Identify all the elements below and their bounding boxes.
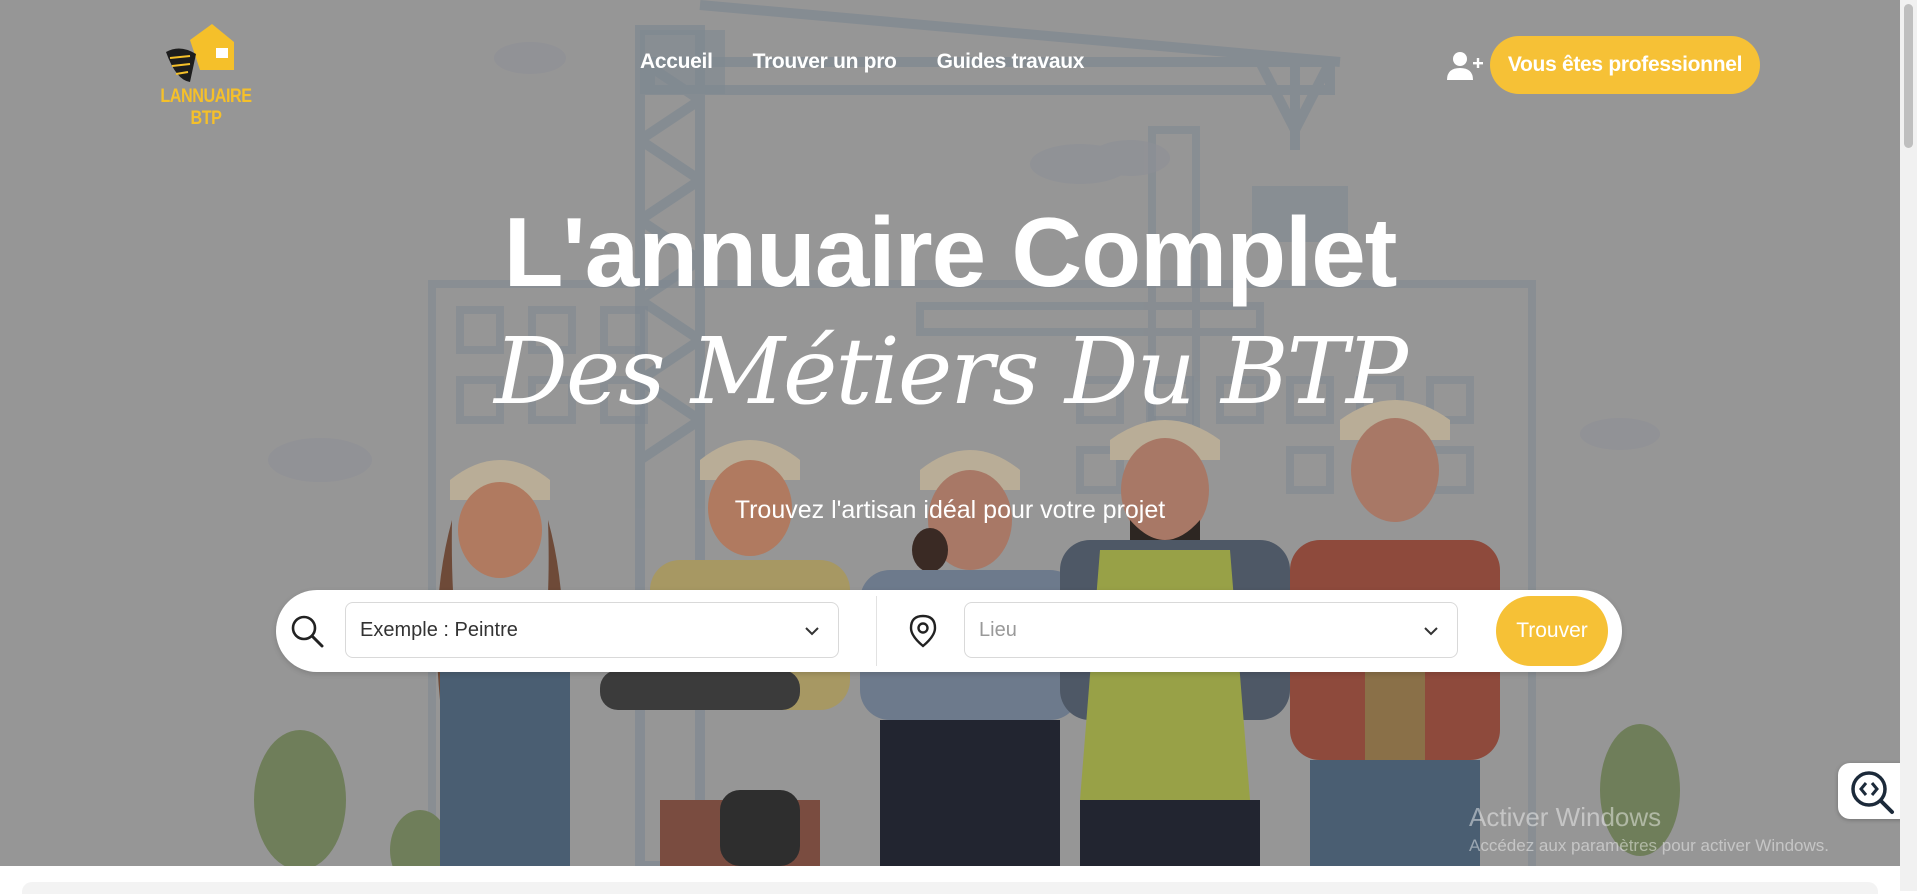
windows-watermark-title: Activer Windows [1469, 802, 1662, 832]
site-logo[interactable]: LANNUAIRE BTP [136, 20, 276, 129]
logo-text: LANNUAIRE BTP [160, 86, 252, 129]
nav-item-accueil[interactable]: Accueil [640, 50, 713, 74]
main-menu: Accueil Trouver un pro Guides travaux [640, 50, 1084, 74]
user-plus-icon[interactable] [1447, 50, 1483, 82]
search-bar: Exemple : Peintre Lieu Trouver [276, 590, 1622, 672]
top-navigation: LANNUAIRE BTP Accueil Trouver un pro Gui… [0, 0, 1900, 130]
next-section-top [22, 882, 1878, 894]
nav-item-trouver-un-pro[interactable]: Trouver un pro [753, 50, 897, 74]
location-select[interactable]: Lieu [964, 602, 1458, 658]
hero-title: L'annuaire Complet [503, 197, 1398, 307]
chevron-down-icon [805, 627, 819, 636]
location-pin-icon [909, 614, 937, 648]
search-icon [291, 615, 324, 648]
hero-subtitle: Trouvez l'artisan idéal pour votre proje… [734, 496, 1166, 524]
page-scrollbar[interactable] [1900, 0, 1917, 891]
accessibility-icon [1851, 771, 1894, 814]
trade-select-value: Exemple : Peintre [360, 619, 518, 641]
accessibility-button[interactable] [1838, 763, 1904, 819]
scrollbar-thumb[interactable] [1904, 4, 1913, 148]
windows-watermark-subtitle: Accédez aux paramètres pour activer Wind… [1469, 836, 1829, 855]
hero-title-script: Des Métiers Du BTP [494, 318, 1408, 425]
professional-button[interactable]: Vous êtes professionnel [1490, 36, 1760, 94]
location-select-placeholder: Lieu [979, 619, 1017, 641]
nav-item-guides-travaux[interactable]: Guides travaux [937, 50, 1085, 74]
house-logo-icon [166, 24, 234, 82]
search-divider [876, 596, 877, 666]
search-submit-button[interactable]: Trouver [1496, 596, 1608, 666]
hero-section: LANNUAIRE BTP Accueil Trouver un pro Gui… [0, 0, 1900, 866]
chevron-down-icon [1424, 627, 1438, 636]
trade-select[interactable]: Exemple : Peintre [345, 602, 839, 658]
